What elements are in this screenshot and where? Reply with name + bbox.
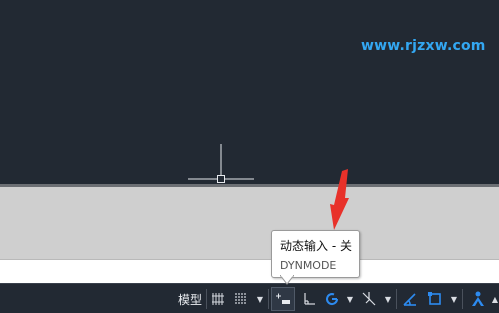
drawing-canvas[interactable]: www.rjzxw.com bbox=[0, 0, 499, 184]
tooltip-pointer bbox=[280, 275, 294, 285]
isodraft-icon[interactable] bbox=[358, 287, 380, 311]
watermark-text: www.rjzxw.com bbox=[361, 38, 486, 54]
annotation-dropdown-chevron-up-icon[interactable]: ▲ bbox=[490, 287, 499, 311]
object-snap-tracking-icon[interactable] bbox=[399, 287, 421, 311]
separator bbox=[396, 289, 397, 309]
isodraft-dropdown-chevron-down-icon[interactable]: ▼ bbox=[382, 287, 394, 311]
object-snap-dropdown-chevron-down-icon[interactable]: ▼ bbox=[448, 287, 460, 311]
grid-icon[interactable] bbox=[208, 287, 228, 311]
tooltip-title: 动态输入 - 关 bbox=[280, 239, 352, 253]
separator bbox=[206, 289, 207, 309]
object-snap-icon[interactable] bbox=[424, 287, 446, 311]
command-history-area bbox=[0, 187, 499, 259]
snap-dropdown-chevron-down-icon[interactable]: ▼ bbox=[254, 287, 266, 311]
ortho-icon[interactable] bbox=[299, 287, 319, 311]
separator bbox=[462, 289, 463, 309]
model-tab-button[interactable]: 模型 bbox=[175, 287, 205, 311]
tooltip-command: DYNMODE bbox=[280, 259, 337, 272]
red-annotation-arrow-icon bbox=[330, 169, 349, 230]
status-bar: 模型 ▼ ▼ ▼ ▼ ▲ bbox=[0, 283, 499, 313]
dynamic-input-tooltip: 动态输入 - 关 DYNMODE bbox=[271, 230, 360, 278]
annotation-scale-icon[interactable] bbox=[466, 287, 490, 311]
separator bbox=[268, 289, 269, 309]
polar-tracking-icon[interactable] bbox=[321, 287, 343, 311]
command-line-input[interactable] bbox=[0, 259, 499, 283]
polar-dropdown-chevron-down-icon[interactable]: ▼ bbox=[344, 287, 356, 311]
snap-icon[interactable] bbox=[230, 287, 252, 311]
dynamic-input-icon[interactable] bbox=[271, 287, 295, 311]
crosshair-cursor-icon bbox=[188, 144, 254, 183]
